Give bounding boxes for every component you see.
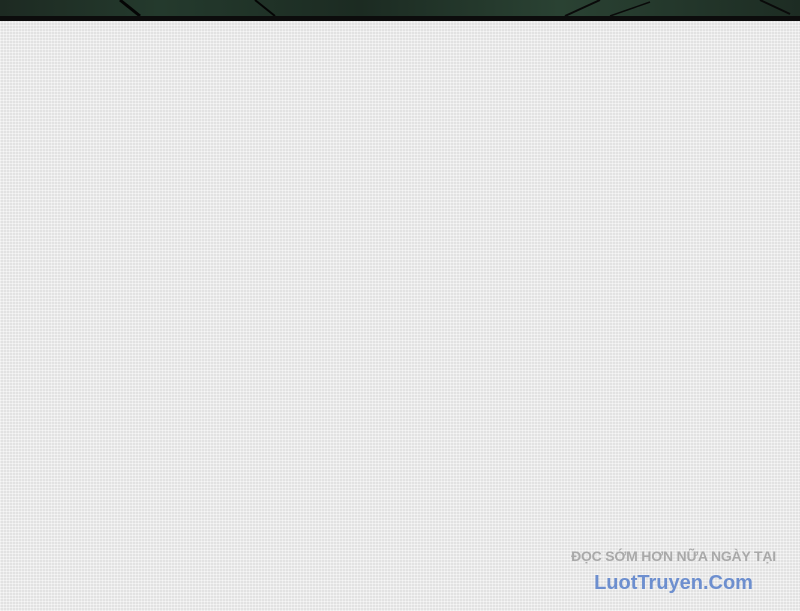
comic-page: ĐỌC SỚM HƠN NỮA NGÀY TẠI LuotTruyen.Com bbox=[0, 0, 800, 611]
panel-ink-strokes bbox=[119, 0, 791, 16]
watermark-tagline: ĐỌC SỚM HƠN NỮA NGÀY TẠI bbox=[571, 548, 776, 564]
watermark-site-name: LuotTruyen.Com bbox=[594, 572, 753, 594]
previous-panel-artwork bbox=[0, 0, 800, 16]
blank-paper-panel: ĐỌC SỚM HƠN NỮA NGÀY TẠI LuotTruyen.Com bbox=[0, 21, 800, 611]
site-watermark: ĐỌC SỚM HƠN NỮA NGÀY TẠI LuotTruyen.Com bbox=[571, 548, 776, 595]
